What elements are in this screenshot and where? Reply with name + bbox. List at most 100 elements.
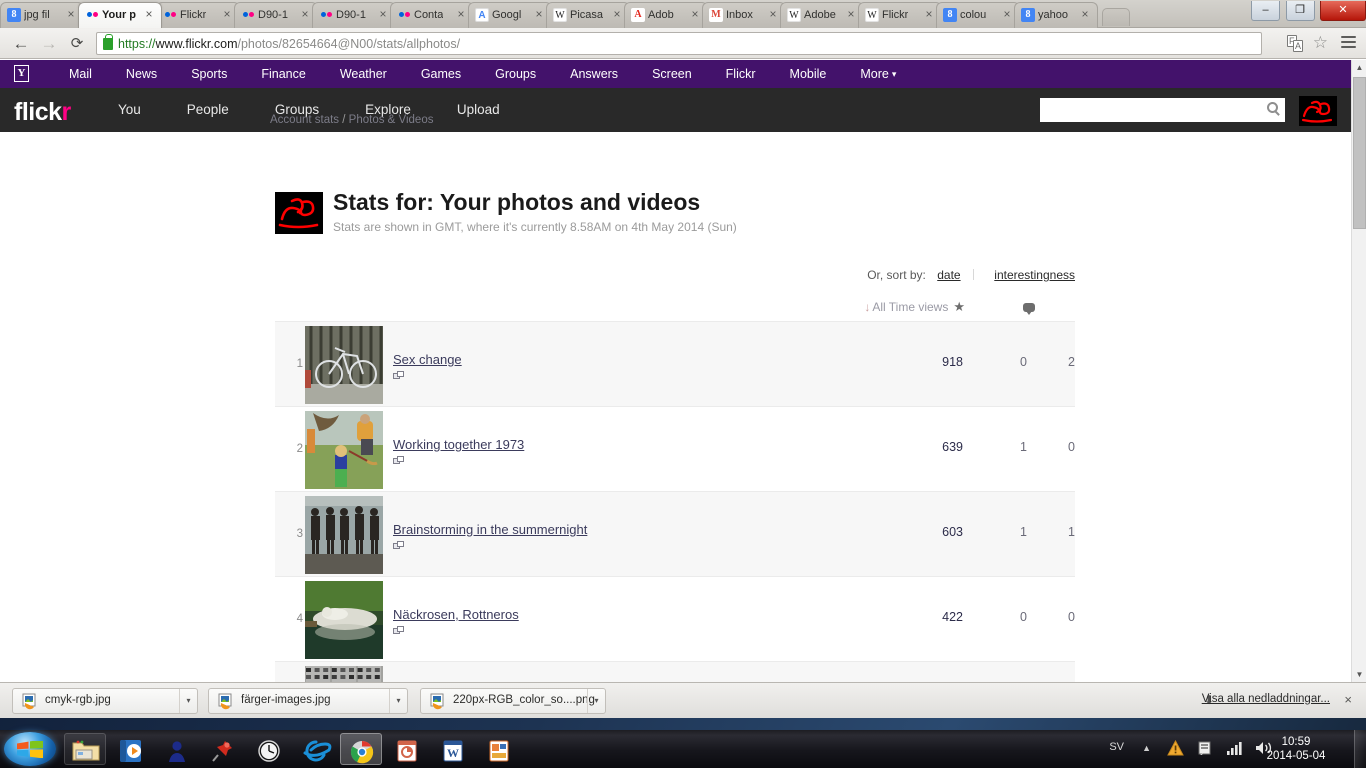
- browser-tab[interactable]: 8 jpg fil ×: [0, 2, 84, 28]
- photo-title-link[interactable]: Näckrosen, Rottneros: [393, 607, 519, 622]
- taskbar-publisher-button[interactable]: [478, 733, 520, 765]
- reload-button[interactable]: ⟳: [66, 33, 88, 55]
- browser-tab[interactable]: W Picasa ×: [546, 2, 630, 28]
- column-header-views[interactable]: ↓ All Time views ★: [864, 299, 965, 315]
- taskbar-pin-tool-button[interactable]: [202, 733, 244, 765]
- yahoo-nav-more[interactable]: More ▾: [843, 60, 913, 89]
- photo-title-link[interactable]: Sex change: [393, 352, 462, 367]
- yahoo-nav-flickr[interactable]: Flickr: [709, 60, 773, 88]
- maximize-button[interactable]: ❐: [1285, 1, 1315, 21]
- browser-tab[interactable]: Conta ×: [390, 2, 474, 28]
- browser-tab[interactable]: D90-1 ×: [312, 2, 396, 28]
- search-input[interactable]: [1040, 98, 1260, 120]
- browser-tab[interactable]: Flickr ×: [156, 2, 240, 28]
- flickr-nav-people[interactable]: People: [164, 88, 252, 132]
- download-item[interactable]: 220px-RGB_color_so....png ▾: [420, 688, 606, 714]
- browser-tab[interactable]: Your p ×: [78, 2, 162, 28]
- close-tab-icon[interactable]: ×: [299, 8, 311, 21]
- forward-button[interactable]: →: [38, 33, 60, 55]
- scroll-up-arrow-icon[interactable]: ▲: [1352, 60, 1366, 75]
- taskbar-chrome-button[interactable]: [340, 733, 382, 765]
- yahoo-nav-screen[interactable]: Screen: [635, 60, 709, 88]
- browser-tab[interactable]: A Adob ×: [624, 2, 708, 28]
- flickr-search-box[interactable]: [1040, 98, 1285, 122]
- close-tab-icon[interactable]: ×: [689, 8, 701, 21]
- photo-thumbnail[interactable]: [305, 411, 383, 489]
- network-flag-icon[interactable]: [1197, 740, 1214, 762]
- breadcrumb-parent[interactable]: Account stats: [270, 114, 339, 126]
- download-menu-caret-icon[interactable]: ▾: [587, 689, 605, 713]
- address-bar[interactable]: https://www.flickr.com/photos/82654664@N…: [96, 32, 1262, 55]
- scroll-down-arrow-icon[interactable]: ▼: [1352, 667, 1366, 682]
- close-tab-icon[interactable]: ×: [923, 8, 935, 21]
- language-indicator[interactable]: SV: [1109, 741, 1124, 753]
- show-hidden-icons-icon[interactable]: ▲: [1142, 743, 1151, 753]
- flickr-nav-upload[interactable]: Upload: [434, 88, 523, 132]
- search-icon[interactable]: [1267, 102, 1278, 113]
- taskbar-user-account-button[interactable]: [156, 733, 198, 765]
- table-row[interactable]: 2 Working together 1973 639 1 0: [275, 406, 1075, 491]
- taskbar-word-button[interactable]: W: [432, 733, 474, 765]
- photo-thumbnail[interactable]: [305, 496, 383, 574]
- table-row[interactable]: 1 Sex change 918 0 2: [275, 321, 1075, 406]
- close-tab-icon[interactable]: ×: [845, 8, 857, 21]
- download-menu-caret-icon[interactable]: ▾: [389, 689, 407, 713]
- browser-tab[interactable]: M Inbox ×: [702, 2, 786, 28]
- close-tab-icon[interactable]: ×: [455, 8, 467, 21]
- yahoo-nav-games[interactable]: Games: [404, 60, 478, 88]
- close-tab-icon[interactable]: ×: [767, 8, 779, 21]
- back-button[interactable]: ←: [10, 33, 32, 55]
- photo-title-link[interactable]: Brainstorming in the summernight: [393, 522, 587, 537]
- download-item[interactable]: cmyk-rgb.jpg ▾: [12, 688, 198, 714]
- yahoo-logo-icon[interactable]: Y: [14, 65, 29, 82]
- sort-by-interestingness-link[interactable]: interestingness: [994, 268, 1075, 282]
- browser-tab[interactable]: A Googl ×: [468, 2, 552, 28]
- close-tab-icon[interactable]: ×: [221, 8, 233, 21]
- photo-thumbnail[interactable]: [305, 326, 383, 404]
- photo-thumbnail[interactable]: [305, 581, 383, 659]
- signal-strength-icon[interactable]: [1226, 740, 1244, 761]
- download-item[interactable]: färger-images.jpg ▾: [208, 688, 408, 714]
- close-tab-icon[interactable]: ×: [533, 8, 545, 21]
- close-window-button[interactable]: ✕: [1320, 1, 1366, 21]
- close-tab-icon[interactable]: ×: [1079, 8, 1091, 21]
- close-shelf-icon[interactable]: ×: [1344, 692, 1352, 707]
- flickr-nav-you[interactable]: You: [95, 88, 164, 132]
- avatar[interactable]: [1299, 96, 1337, 126]
- photo-thumbnail[interactable]: [305, 666, 383, 682]
- yahoo-nav-answers[interactable]: Answers: [553, 60, 635, 88]
- yahoo-nav-mobile[interactable]: Mobile: [773, 60, 844, 88]
- close-tab-icon[interactable]: ×: [143, 8, 155, 21]
- close-tab-icon[interactable]: ×: [65, 8, 77, 21]
- close-tab-icon[interactable]: ×: [377, 8, 389, 21]
- yahoo-nav-sports[interactable]: Sports: [174, 60, 244, 88]
- flickr-logo[interactable]: flickr: [14, 98, 71, 127]
- browser-tab[interactable]: 8 colou ×: [936, 2, 1020, 28]
- table-row[interactable]: 3 Brainstorming in the summernight 603 1 1: [275, 491, 1075, 576]
- taskbar-media-player-button[interactable]: [110, 733, 152, 765]
- minimize-button[interactable]: –: [1251, 1, 1281, 21]
- yahoo-nav-finance[interactable]: Finance: [244, 60, 322, 88]
- bookmark-star-icon[interactable]: ☆: [1313, 34, 1328, 52]
- photo-title-link[interactable]: Working together 1973: [393, 437, 524, 452]
- new-tab-button[interactable]: [1102, 8, 1130, 26]
- action-center-warning-icon[interactable]: [1167, 739, 1184, 756]
- page-scrollbar[interactable]: ▲ ▼: [1351, 60, 1366, 682]
- show-desktop-button[interactable]: [1354, 730, 1366, 768]
- taskbar-internet-explorer-button[interactable]: [294, 733, 336, 765]
- close-tab-icon[interactable]: ×: [1001, 8, 1013, 21]
- chrome-menu-icon[interactable]: [1341, 36, 1356, 48]
- yahoo-nav-news[interactable]: News: [109, 60, 174, 88]
- browser-tab[interactable]: W Flickr ×: [858, 2, 942, 28]
- download-menu-caret-icon[interactable]: ▾: [179, 689, 197, 713]
- table-row[interactable]: 5An open balcony door40656: [275, 661, 1075, 682]
- table-row[interactable]: 4 Näckrosen, Rottneros 422 0 0: [275, 576, 1075, 661]
- translate-icon[interactable]: FA: [1287, 35, 1304, 52]
- yahoo-nav-weather[interactable]: Weather: [323, 60, 404, 88]
- taskbar-explorer-button[interactable]: [64, 733, 106, 765]
- browser-tab[interactable]: W Adobe ×: [780, 2, 864, 28]
- taskbar-clock-app-button[interactable]: [248, 733, 290, 765]
- taskbar-clock[interactable]: 10:59 2014-05-04: [1250, 735, 1342, 763]
- close-tab-icon[interactable]: ×: [611, 8, 623, 21]
- taskbar-powerpoint-button[interactable]: [386, 733, 428, 765]
